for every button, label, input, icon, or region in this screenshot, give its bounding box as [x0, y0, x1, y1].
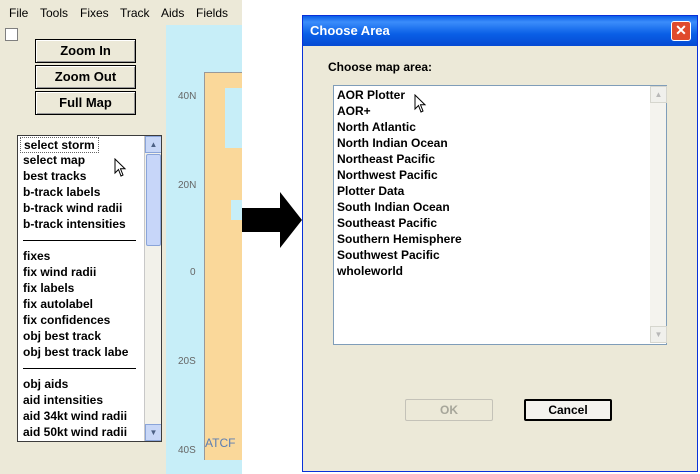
layer-item-fix-wind-radii[interactable]: fix wind radii	[23, 265, 96, 279]
close-icon[interactable]: ✕	[671, 21, 691, 41]
scroll-down-icon[interactable]: ▼	[650, 326, 667, 343]
atcf-main-window: File Tools Fixes Track Aids Fields Zoom …	[0, 0, 242, 474]
panel-checkbox[interactable]	[5, 28, 18, 41]
layer-item-btrack-intensities[interactable]: b-track intensities	[23, 217, 126, 231]
choose-area-dialog: Choose Area ✕ Choose map area: AOR Plott…	[302, 15, 698, 472]
layer-item-best-tracks[interactable]: best tracks	[23, 169, 86, 183]
layer-item-select-storm[interactable]: select storm	[20, 137, 99, 153]
map-border	[204, 72, 242, 73]
area-list-scrollbar[interactable]: ▲ ▼	[650, 86, 667, 343]
menu-aids[interactable]: Aids	[161, 6, 184, 20]
layer-item-aid-intensities[interactable]: aid intensities	[23, 393, 103, 407]
lat-label-20n: 20N	[178, 180, 197, 191]
area-item-southeast-pacific[interactable]: Southeast Pacific	[337, 216, 437, 230]
map-water-inlet	[225, 88, 242, 148]
lat-label-0: 0	[190, 267, 196, 278]
atcf-label: ATCF	[205, 436, 236, 450]
mouse-pointer-icon	[114, 158, 127, 177]
ok-button[interactable]: OK	[405, 399, 493, 421]
layer-item-fix-autolabel[interactable]: fix autolabel	[23, 297, 93, 311]
menu-file[interactable]: File	[9, 6, 28, 20]
dialog-title: Choose Area	[310, 23, 390, 38]
layer-list[interactable]: select storm select map best tracks b-tr…	[17, 135, 162, 442]
scroll-down-icon[interactable]: ▼	[145, 424, 161, 441]
area-item-north-atlantic[interactable]: North Atlantic	[337, 120, 416, 134]
map-water-inlet	[231, 200, 242, 220]
layer-item-obj-best-track[interactable]: obj best track	[23, 329, 101, 343]
map-border	[204, 72, 205, 460]
lat-label-40s: 40S	[178, 445, 196, 456]
choose-map-area-label: Choose map area:	[328, 60, 433, 74]
layer-list-scrollbar[interactable]: ▲ ▼	[144, 136, 161, 441]
full-map-button[interactable]: Full Map	[35, 91, 136, 115]
arrow-right-icon	[242, 192, 302, 248]
layer-item-aid-50kt-wind-radii[interactable]: aid 50kt wind radii	[23, 425, 127, 439]
menu-bar: File Tools Fixes Track Aids Fields	[0, 0, 242, 25]
area-item-north-indian-ocean[interactable]: North Indian Ocean	[337, 136, 448, 150]
area-item-wholeworld[interactable]: wholeworld	[337, 264, 403, 278]
area-item-northeast-pacific[interactable]: Northeast Pacific	[337, 152, 435, 166]
dialog-titlebar[interactable]: Choose Area ✕	[303, 16, 697, 46]
lat-label-20s: 20S	[178, 356, 196, 367]
scroll-up-icon[interactable]: ▲	[650, 86, 667, 103]
layer-item-aid-34kt-wind-radii[interactable]: aid 34kt wind radii	[23, 409, 127, 423]
menu-fixes[interactable]: Fixes	[80, 6, 109, 20]
zoom-in-button[interactable]: Zoom In	[35, 39, 136, 63]
map-area-list[interactable]: AOR Plotter AOR+ North Atlantic North In…	[333, 85, 667, 345]
layer-item-btrack-wind-radii[interactable]: b-track wind radii	[23, 201, 122, 215]
scroll-up-icon[interactable]: ▲	[145, 136, 161, 153]
area-item-southwest-pacific[interactable]: Southwest Pacific	[337, 248, 440, 262]
scroll-thumb[interactable]	[146, 154, 161, 246]
layer-item-fix-confidences[interactable]: fix confidences	[23, 313, 110, 327]
area-item-northwest-pacific[interactable]: Northwest Pacific	[337, 168, 438, 182]
area-item-aor-plus[interactable]: AOR+	[337, 104, 371, 118]
zoom-out-button[interactable]: Zoom Out	[35, 65, 136, 89]
area-item-plotter-data[interactable]: Plotter Data	[337, 184, 404, 198]
menu-track[interactable]: Track	[120, 6, 150, 20]
layer-item-obj-best-track-labels[interactable]: obj best track labe	[23, 345, 128, 359]
lat-label-40n: 40N	[178, 91, 197, 102]
layer-item-obj-aids[interactable]: obj aids	[23, 377, 68, 391]
area-item-south-indian-ocean[interactable]: South Indian Ocean	[337, 200, 450, 214]
layer-item-fix-labels[interactable]: fix labels	[23, 281, 74, 295]
layer-item-select-map[interactable]: select map	[23, 153, 85, 167]
layer-item-btrack-labels[interactable]: b-track labels	[23, 185, 100, 199]
layer-item-fixes[interactable]: fixes	[23, 249, 50, 263]
area-item-southern-hemisphere[interactable]: Southern Hemisphere	[337, 232, 462, 246]
list-separator	[23, 240, 136, 241]
menu-fields[interactable]: Fields	[196, 6, 228, 20]
area-item-aor-plotter[interactable]: AOR Plotter	[337, 88, 405, 102]
mouse-pointer-icon	[414, 94, 427, 113]
cancel-button[interactable]: Cancel	[524, 399, 612, 421]
menu-tools[interactable]: Tools	[40, 6, 68, 20]
list-separator	[23, 368, 136, 369]
